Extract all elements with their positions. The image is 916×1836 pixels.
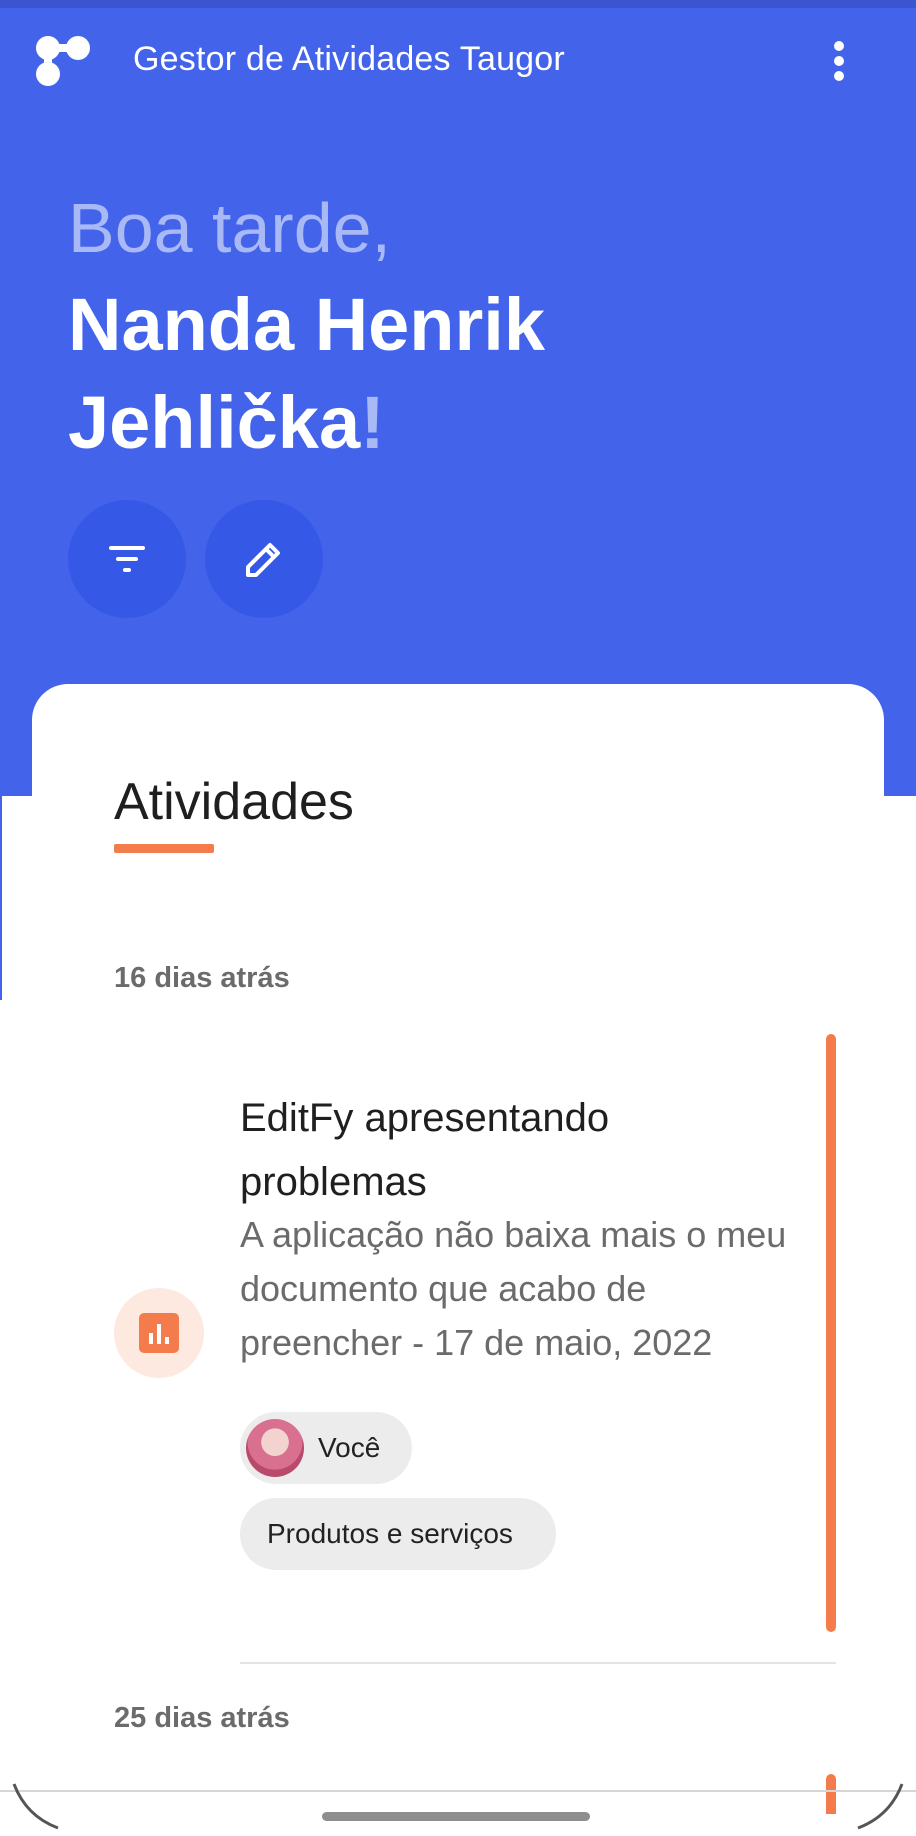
pencil-icon — [246, 543, 280, 577]
section-title: Atividades — [114, 773, 354, 831]
card-accent-bar — [826, 1034, 836, 1632]
assignee-chip[interactable]: Você — [240, 1412, 412, 1484]
user-name-heading: Nanda Henrik Jehlička! — [68, 276, 768, 472]
activity-description: A aplicação não baixa mais o meu documen… — [240, 1214, 787, 1363]
card-divider — [240, 1662, 836, 1664]
greeting-text: Boa tarde, — [68, 189, 391, 267]
filter-button[interactable] — [68, 500, 186, 618]
filter-icon — [109, 546, 145, 572]
category-label: Produtos e serviços — [267, 1518, 513, 1549]
home-indicator[interactable] — [322, 1812, 590, 1821]
status-bar-edge — [0, 0, 916, 8]
user-name: Nanda Henrik Jehlička — [68, 283, 546, 464]
screen-bottom-edge — [0, 1790, 916, 1792]
avatar — [246, 1419, 304, 1477]
assignee-label: Você — [318, 1432, 381, 1463]
date-group-label: 16 dias atrás — [114, 962, 290, 994]
app-logo-icon — [36, 36, 90, 86]
screen-corner-right — [857, 1783, 904, 1830]
bar-chart-icon — [139, 1313, 179, 1353]
section-title-underline — [114, 844, 214, 853]
more-options-icon[interactable] — [820, 38, 858, 84]
sheet-edge — [0, 796, 2, 1000]
screen-corner-left — [12, 1783, 59, 1830]
date-group-label: 25 dias atrás — [114, 1702, 290, 1734]
category-chip[interactable]: Produtos e serviços — [240, 1498, 556, 1570]
category-icon-badge — [114, 1288, 204, 1378]
edit-button[interactable] — [205, 500, 323, 618]
activity-title: EditFy apresentando problemas — [240, 1096, 610, 1204]
greeting-exclamation: ! — [360, 381, 385, 464]
app-title: Gestor de Atividades Taugor — [133, 40, 565, 78]
